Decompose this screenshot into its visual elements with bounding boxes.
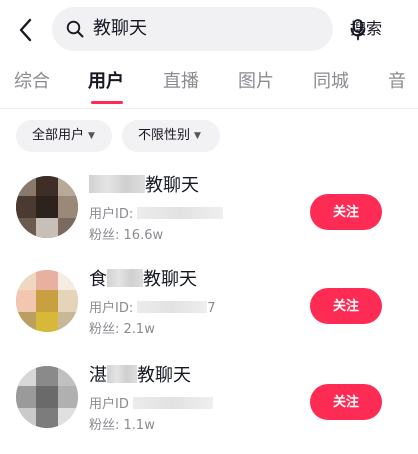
search-input[interactable]: 教聊天 <box>52 7 366 51</box>
filter-gender-label: 不限性别 <box>138 128 191 143</box>
search-button[interactable]: 搜索 <box>350 18 382 40</box>
user-id: 用户ID: <box>89 206 224 224</box>
user-result-item[interactable]: 食教聊天 用户ID: 7 粉丝: 2.1w 关注 <box>0 268 418 366</box>
avatar[interactable] <box>16 270 78 332</box>
user-result-item[interactable]: 湛教聊天 用户ID 粉丝: 1.1w 关注 <box>0 364 418 454</box>
redacted-id <box>137 301 208 313</box>
search-query: 教聊天 <box>93 18 147 39</box>
follow-button[interactable]: 关注 <box>310 288 382 324</box>
caret-down-icon: ▼ <box>194 131 201 141</box>
follower-count: 粉丝: 2.1w <box>89 322 155 337</box>
avatar[interactable] <box>16 176 78 238</box>
user-id: 用户ID: 7 <box>89 301 216 316</box>
follow-button[interactable]: 关注 <box>310 384 382 420</box>
tab-users[interactable]: 用户 <box>88 66 124 98</box>
tab-live[interactable]: 直播 <box>163 66 199 98</box>
chevron-left-icon <box>19 18 32 42</box>
user-name[interactable]: 湛教聊天 <box>89 364 191 388</box>
follower-count: 粉丝: 1.1w <box>89 418 155 433</box>
search-icon <box>66 20 84 38</box>
filter-gender[interactable]: 不限性别 ▼ <box>122 120 220 152</box>
redacted-id <box>132 397 213 409</box>
result-tabs: 综合 用户 直播 图片 同城 音 <box>0 66 418 104</box>
user-result-item[interactable]: 教聊天 用户ID: 粉丝: 16.6w 关注 <box>0 174 418 272</box>
user-name[interactable]: 教聊天 <box>89 174 199 198</box>
avatar[interactable] <box>16 366 78 428</box>
tab-local[interactable]: 同城 <box>313 66 349 98</box>
user-name[interactable]: 食教聊天 <box>89 268 197 292</box>
follow-button[interactable]: 关注 <box>310 194 382 230</box>
redacted-id <box>137 207 224 219</box>
follower-count: 粉丝: 16.6w <box>89 228 164 243</box>
active-tab-indicator <box>91 101 123 104</box>
filter-user-type-label: 全部用户 <box>32 128 85 143</box>
search-header: 教聊天 搜索 <box>0 0 418 62</box>
tab-images[interactable]: 图片 <box>238 66 274 98</box>
tab-music[interactable]: 音 <box>388 66 406 98</box>
tab-comprehensive[interactable]: 综合 <box>14 66 50 98</box>
redacted-name <box>107 365 137 383</box>
redacted-name <box>89 175 145 193</box>
caret-down-icon: ▼ <box>88 131 95 141</box>
redacted-name <box>107 269 143 287</box>
back-button[interactable] <box>12 14 38 46</box>
filter-user-type[interactable]: 全部用户 ▼ <box>16 120 112 152</box>
tabs-divider <box>0 108 418 109</box>
user-id: 用户ID <box>89 396 213 414</box>
